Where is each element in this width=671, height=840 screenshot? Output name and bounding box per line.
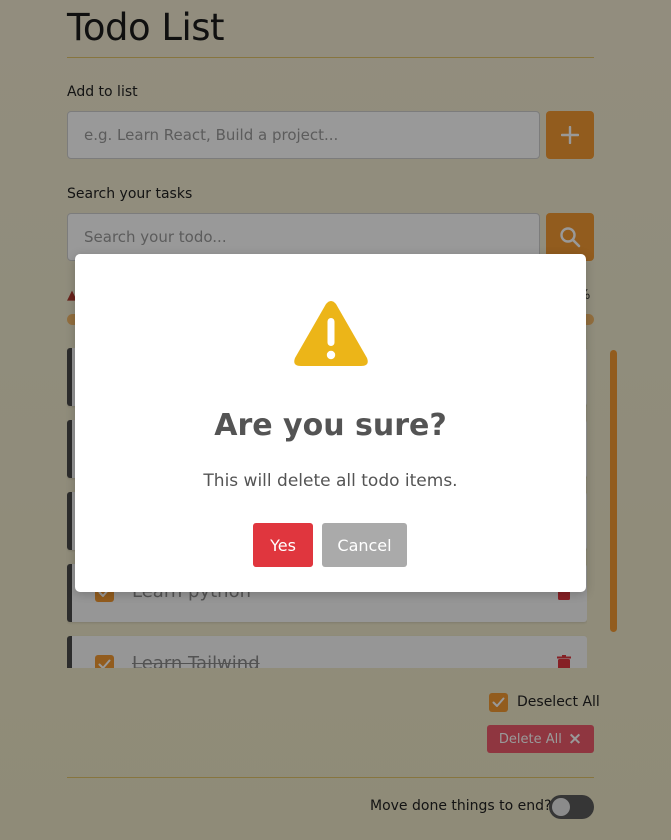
dialog-title: Are you sure? — [214, 408, 447, 443]
confirm-dialog: Are you sure? This will delete all todo … — [75, 254, 586, 592]
warning-icon — [294, 301, 368, 366]
confirm-yes-button[interactable]: Yes — [253, 523, 313, 567]
dialog-message: This will delete all todo items. — [203, 471, 458, 491]
cancel-button[interactable]: Cancel — [322, 523, 407, 567]
